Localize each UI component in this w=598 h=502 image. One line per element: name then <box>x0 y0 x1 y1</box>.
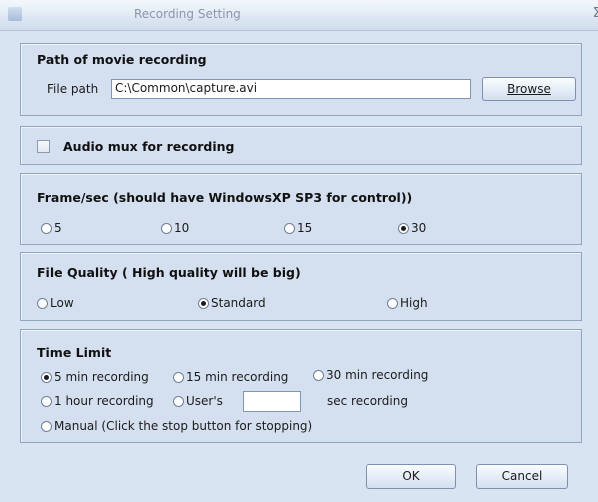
radio-icon <box>387 297 398 309</box>
quality-option-label: Standard <box>211 296 266 310</box>
audio-panel: Audio mux for recording <box>20 126 582 165</box>
quality-option-low[interactable]: Low <box>37 296 74 310</box>
time-option-manual[interactable]: Manual (Click the stop button for stoppi… <box>41 419 312 433</box>
time-option-users[interactable]: User's <box>173 394 223 408</box>
radio-icon <box>37 297 48 309</box>
ok-button[interactable]: OK <box>366 464 456 489</box>
path-panel-title: Path of movie recording <box>37 52 207 67</box>
time-option-15min[interactable]: 15 min recording <box>173 370 288 384</box>
user-seconds-input[interactable] <box>243 391 301 412</box>
radio-icon <box>41 371 52 383</box>
quality-option-label: Low <box>50 296 74 310</box>
fps-option-5[interactable]: 5 <box>41 221 62 235</box>
fps-option-15[interactable]: 15 <box>284 221 312 235</box>
time-option-1hour[interactable]: 1 hour recording <box>41 394 154 408</box>
time-option-30min[interactable]: 30 min recording <box>313 368 428 382</box>
quality-panel-title: File Quality ( High quality will be big) <box>37 265 301 280</box>
time-limit-title: Time Limit <box>37 345 112 360</box>
radio-icon <box>284 222 295 234</box>
window-title: Recording Setting <box>134 7 241 21</box>
close-icon[interactable]: Σ <box>593 6 598 21</box>
radio-icon <box>198 297 209 309</box>
sec-recording-label: sec recording <box>327 394 408 408</box>
time-option-label: User's <box>186 394 223 408</box>
quality-option-high[interactable]: High <box>387 296 428 310</box>
fps-option-label: 15 <box>297 221 313 235</box>
quality-panel: File Quality ( High quality will be big)… <box>20 252 582 321</box>
time-option-label: 15 min recording <box>186 370 289 384</box>
path-panel: Path of movie recording File path C:\Com… <box>20 43 582 116</box>
title-bar: Recording Setting Σ <box>0 0 598 31</box>
time-option-label: 30 min recording <box>326 368 429 382</box>
browse-button-label: Browse <box>507 82 551 96</box>
radio-icon <box>41 420 52 432</box>
fps-option-30[interactable]: 30 <box>398 221 426 235</box>
time-option-label: 1 hour recording <box>54 394 154 408</box>
audio-mux-label: Audio mux for recording <box>63 139 235 154</box>
radio-icon <box>173 395 184 407</box>
fps-option-label: 10 <box>174 221 190 235</box>
browse-button[interactable]: Browse <box>482 77 576 101</box>
file-path-input[interactable]: C:\Common\capture.avi <box>111 79 471 99</box>
radio-icon <box>313 369 324 381</box>
radio-icon <box>398 222 409 234</box>
quality-option-standard[interactable]: Standard <box>198 296 266 310</box>
fps-panel-title: Frame/sec (should have WindowsXP SP3 for… <box>37 190 413 205</box>
radio-icon <box>173 371 184 383</box>
fps-option-label: 30 <box>411 221 427 235</box>
fps-option-label: 5 <box>54 221 62 235</box>
quality-option-label: High <box>400 296 428 310</box>
time-limit-panel: Time Limit 5 min recording 15 min record… <box>20 329 582 443</box>
radio-icon <box>161 222 172 234</box>
radio-icon <box>41 395 52 407</box>
cancel-button[interactable]: Cancel <box>476 464 568 489</box>
audio-mux-checkbox[interactable] <box>37 140 50 153</box>
file-path-label: File path <box>47 82 99 96</box>
app-icon <box>8 7 22 21</box>
time-option-5min[interactable]: 5 min recording <box>41 370 149 384</box>
fps-panel: Frame/sec (should have WindowsXP SP3 for… <box>20 173 582 245</box>
time-option-label: Manual (Click the stop button for stoppi… <box>54 419 313 433</box>
radio-icon <box>41 222 52 234</box>
time-option-label: 5 min recording <box>54 370 149 384</box>
fps-option-10[interactable]: 10 <box>161 221 189 235</box>
